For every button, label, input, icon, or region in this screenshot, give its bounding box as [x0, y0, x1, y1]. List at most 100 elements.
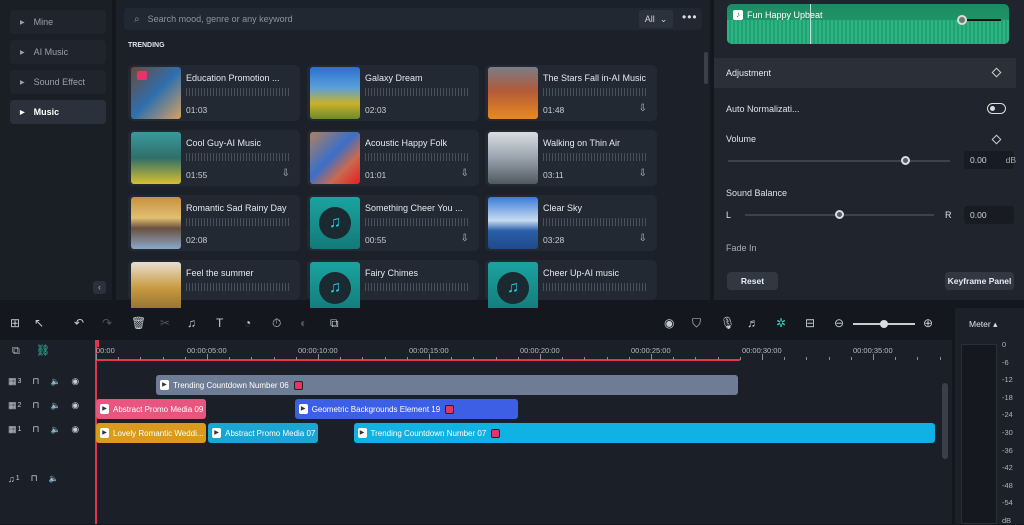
text-icon[interactable]: T — [216, 316, 223, 330]
reset-button[interactable]: Reset — [727, 272, 778, 290]
timeline-clip[interactable]: ▶ Abstract Promo Media 07 — [208, 423, 318, 443]
timeline-clip[interactable]: ▶ Geometric Backgrounds Element 19 — [294, 399, 518, 419]
download-icon[interactable]: ⇩ — [639, 168, 647, 179]
volume-slider[interactable] — [728, 160, 950, 162]
audio-waveform-preview[interactable]: ♪ Fun Happy Upbeat — [727, 4, 1009, 44]
timeline-clip[interactable]: ▶ Trending Countdown Number 06 — [155, 375, 738, 395]
audio-icon[interactable]: ♫ — [187, 316, 196, 330]
eye-icon[interactable]: ◉ — [71, 376, 79, 387]
speaker-icon[interactable]: 🔈 — [49, 474, 59, 483]
sidebar-item-sound-effect[interactable]: ▶ Sound Effect — [10, 70, 106, 94]
collapse-sidebar-button[interactable]: ‹ — [93, 281, 106, 294]
download-icon[interactable]: ⇩ — [461, 233, 469, 244]
cut-icon[interactable]: ✂ — [160, 316, 170, 330]
download-icon[interactable]: ⇩ — [639, 103, 647, 114]
speaker-icon[interactable]: 🔈 — [50, 377, 60, 386]
ruler-tick — [140, 357, 142, 360]
volume-handle[interactable] — [957, 15, 967, 25]
music-card[interactable]: The Stars Fall in-AI Music 01:48 ⇩ — [485, 65, 657, 121]
zoom-slider-knob[interactable] — [880, 320, 888, 328]
sidebar-item-mine[interactable]: ▶ Mine — [10, 10, 106, 34]
music-duration: 02:08 — [186, 235, 208, 245]
filter-dropdown[interactable]: All ⌄ — [639, 10, 673, 28]
sound-balance-knob[interactable] — [834, 210, 844, 219]
music-card[interactable]: Feel the summer — [128, 260, 300, 314]
eye-icon[interactable]: ◉ — [71, 424, 79, 435]
meter-scale-label: -24 — [1002, 410, 1013, 420]
music-duration: 03:28 — [543, 235, 565, 245]
multi-select-icon[interactable]: ⊞ — [10, 316, 20, 330]
link-icon[interactable]: ⛓ — [36, 344, 50, 357]
keyframe-panel-button[interactable]: Keyframe Panel — [945, 272, 1014, 290]
ai-icon[interactable]: ✲ — [776, 316, 786, 330]
premium-gem-icon — [445, 404, 455, 414]
adjustment-header[interactable]: Adjustment — [714, 58, 1016, 88]
music-card[interactable]: Cool Guy-AI Music 01:55 ⇩ — [128, 130, 300, 186]
library-scrollbar[interactable] — [704, 52, 708, 84]
category-sidebar: ▶ Mine ▶ AI Music ▶ Sound Effect ▶ Music ‹ — [0, 0, 112, 300]
marker-icon[interactable]: ⛉ — [692, 316, 701, 331]
music-title: Clear Sky — [543, 203, 583, 213]
lock-icon[interactable]: ⊓ — [31, 473, 38, 484]
sidebar-item-ai-music[interactable]: ▶ AI Music — [10, 40, 106, 64]
music-card[interactable]: Romantic Sad Rainy Day 02:08 — [128, 195, 300, 251]
music-card[interactable]: ♫ Something Cheer You ... 00:55 ⇩ — [307, 195, 479, 251]
work-area-bar[interactable] — [96, 359, 740, 361]
download-icon[interactable]: ⇩ — [282, 168, 290, 179]
music-card[interactable]: ♫ Cheer Up-AI music — [485, 260, 657, 314]
speaker-icon[interactable]: 🔈 — [50, 425, 60, 434]
search-bar[interactable]: ⌕ Search mood, genre or any keyword — [124, 8, 702, 30]
keyframe-diamond-icon[interactable] — [991, 67, 1002, 78]
timeline-clip[interactable]: ▶ Trending Countdown Number 07 — [353, 423, 936, 443]
speaker-icon[interactable]: 🔈 — [50, 401, 60, 410]
music-card[interactable]: ♫ Fairy Chimes — [307, 260, 479, 314]
lock-icon[interactable]: ⊓ — [32, 376, 39, 387]
ruler-tick — [828, 357, 830, 360]
meter-dropdown[interactable]: Meter ▴ — [969, 319, 997, 330]
music-card[interactable]: Galaxy Dream 02:03 — [307, 65, 479, 121]
download-icon[interactable]: ⇩ — [461, 168, 469, 179]
music-card[interactable]: Clear Sky 03:28 ⇩ — [485, 195, 657, 251]
pointer-icon[interactable]: ↖ — [34, 316, 44, 330]
lock-icon[interactable]: ⊓ — [32, 424, 39, 435]
music-note-icon[interactable]: ♬ — [747, 316, 759, 330]
redo-icon[interactable]: ↷ — [102, 316, 112, 330]
download-icon[interactable]: ⇩ — [639, 233, 647, 244]
color-icon[interactable]: ◐ — [300, 316, 307, 330]
fit-icon[interactable]: ⊟ — [805, 316, 815, 330]
zoom-in-icon[interactable]: ⊕ — [923, 316, 933, 330]
delete-icon[interactable]: 🗑 — [131, 316, 146, 330]
lock-icon[interactable]: ⊓ — [32, 400, 39, 411]
music-card[interactable]: Walking on Thin Air 03:11 ⇩ — [485, 130, 657, 186]
music-card[interactable]: Acoustic Happy Folk 01:01 ⇩ — [307, 130, 479, 186]
sidebar-item-music[interactable]: ▶ Music — [10, 100, 106, 124]
auto-normalization-toggle[interactable] — [987, 103, 1006, 114]
undo-icon[interactable]: ↶ — [74, 316, 84, 330]
more-options-button[interactable]: ••• — [682, 10, 698, 24]
track-header: ♫ 1 ⊓ 🔈 — [8, 473, 59, 484]
timer-icon[interactable]: ⏱ — [272, 316, 281, 331]
render-icon[interactable]: ◉ — [664, 316, 674, 330]
timeline-clip[interactable]: ▶ Abstract Promo Media 09 — [96, 399, 206, 419]
timeline-zoom-slider[interactable] — [853, 320, 915, 328]
track-number: 3 — [17, 378, 22, 385]
zoom-out-icon[interactable]: ⊖ — [834, 316, 844, 330]
balance-value-field[interactable]: 0.00 — [964, 206, 1014, 224]
eye-icon[interactable]: ◉ — [71, 400, 79, 411]
volume-value-field[interactable]: 0.00 dB — [964, 151, 1016, 169]
timeline-scrollbar[interactable] — [942, 383, 948, 459]
search-input[interactable]: Search mood, genre or any keyword — [148, 14, 293, 24]
ruler-tick — [495, 357, 497, 360]
mic-icon[interactable]: 🎙 — [720, 316, 735, 330]
speed-icon[interactable]: ◔ — [244, 316, 251, 330]
add-track-icon[interactable]: ⧉ — [12, 345, 20, 358]
ruler-tick — [784, 357, 786, 360]
ruler-tick — [229, 357, 231, 360]
crop-icon[interactable]: ⧉ — [330, 316, 339, 331]
music-card[interactable]: Education Promotion ... 01:03 — [128, 65, 300, 121]
ruler-tick — [584, 357, 586, 360]
volume-keyframe-icon[interactable] — [991, 134, 1002, 145]
volume-slider-knob[interactable] — [900, 156, 910, 165]
section-title: TRENDING — [128, 42, 165, 49]
timeline-clip[interactable]: ▶ Lovely Romantic Weddi... — [96, 423, 206, 443]
